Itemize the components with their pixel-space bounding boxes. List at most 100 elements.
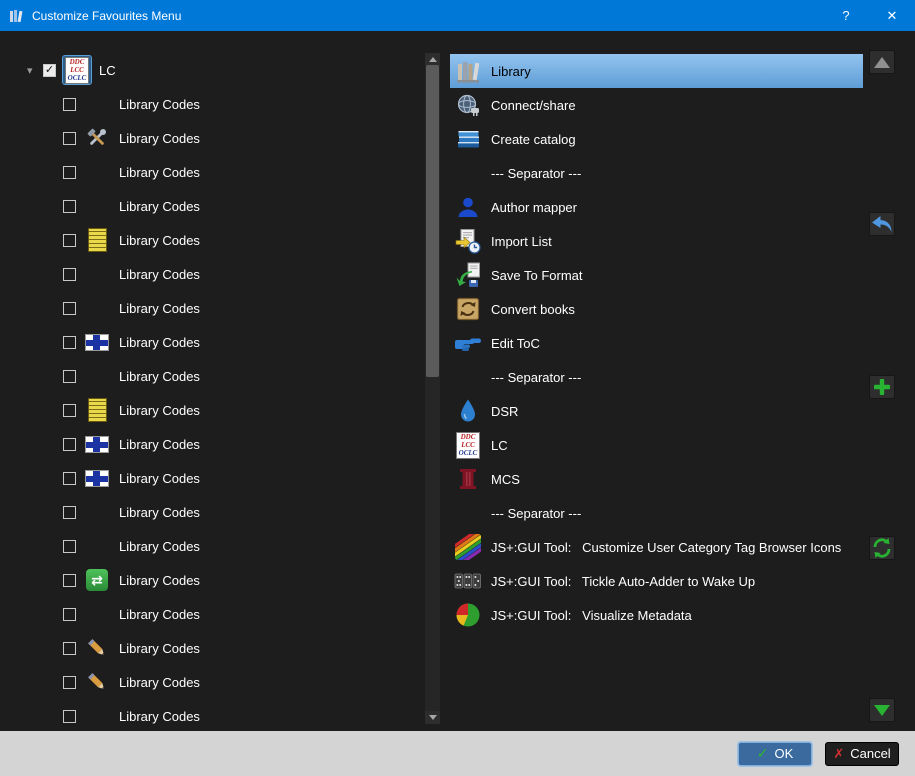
menu-item[interactable]: Save To Format: [450, 258, 863, 292]
tree-item[interactable]: ⇄ Library Codes: [23, 563, 423, 597]
tree-item[interactable]: Library Codes: [23, 427, 423, 461]
menu-item[interactable]: DSR: [450, 394, 863, 428]
item-icon: [83, 260, 111, 288]
tree-item[interactable]: Library Codes: [23, 257, 423, 291]
item-checkbox[interactable]: [63, 437, 76, 451]
item-label: Library Codes: [119, 504, 200, 520]
menu-item-label: MCS: [491, 471, 520, 487]
item-label: Library Codes: [119, 436, 200, 452]
tree-item[interactable]: Library Codes: [23, 121, 423, 155]
menu-item-icon: [453, 464, 483, 494]
menu-item-icon: [453, 124, 483, 154]
menu-separator-item[interactable]: --- Separator ---: [450, 360, 863, 394]
tree-item[interactable]: Library Codes: [23, 359, 423, 393]
item-icon: [83, 498, 111, 526]
item-checkbox[interactable]: [63, 471, 76, 485]
item-checkbox[interactable]: [63, 267, 76, 281]
menu-item-icon: [453, 328, 483, 358]
close-button[interactable]: ✕: [869, 0, 915, 31]
item-icon: [83, 464, 111, 492]
item-icon: [83, 328, 111, 356]
menu-item-label: Create catalog: [491, 131, 576, 147]
item-checkbox[interactable]: [63, 675, 76, 689]
item-checkbox[interactable]: [63, 369, 76, 383]
move-up-button[interactable]: [869, 50, 895, 74]
menu-item-label: Edit ToC: [491, 335, 540, 351]
dialog-footer: ✓ OK ✗ Cancel: [0, 731, 915, 776]
item-label: Library Codes: [119, 572, 200, 588]
ok-label: OK: [774, 746, 794, 761]
item-icon: [83, 362, 111, 390]
item-label: Library Codes: [119, 334, 200, 350]
tree-item[interactable]: Library Codes: [23, 597, 423, 631]
tree-item[interactable]: Library Codes: [23, 291, 423, 325]
tree-item[interactable]: Library Codes: [23, 665, 423, 699]
menu-item[interactable]: Import List: [450, 224, 863, 258]
item-checkbox[interactable]: [63, 641, 76, 655]
tree-item[interactable]: Library Codes: [23, 223, 423, 257]
help-button[interactable]: ?: [823, 0, 869, 31]
item-checkbox[interactable]: [63, 505, 76, 519]
item-checkbox[interactable]: ✓: [43, 63, 56, 77]
menu-item[interactable]: MCS: [450, 462, 863, 496]
item-checkbox[interactable]: [63, 97, 76, 111]
menu-separator-item[interactable]: --- Separator ---: [450, 496, 863, 530]
tree-item[interactable]: Library Codes: [23, 529, 423, 563]
item-icon: [83, 90, 111, 118]
window-title: Customize Favourites Menu: [32, 8, 182, 23]
menu-item-label: Connect/share: [491, 97, 576, 113]
scroll-down-button[interactable]: [425, 711, 440, 724]
tree-item[interactable]: Library Codes: [23, 631, 423, 665]
app-icon: [9, 8, 25, 24]
menu-item-icon: [453, 192, 483, 222]
tree-item[interactable]: ▾ ✓ DDC LCC OCLC LC: [23, 53, 423, 87]
tree-item[interactable]: Library Codes: [23, 461, 423, 495]
item-checkbox[interactable]: [63, 301, 76, 315]
item-label: LC: [99, 62, 116, 78]
tree-item[interactable]: Library Codes: [23, 155, 423, 189]
tree-item[interactable]: Library Codes: [23, 325, 423, 359]
tree-item[interactable]: Library Codes: [23, 189, 423, 223]
item-checkbox[interactable]: [63, 607, 76, 621]
item-checkbox[interactable]: [63, 403, 76, 417]
menu-item[interactable]: JS+:GUI Tool: Customize User Category Ta…: [450, 530, 863, 564]
menu-item[interactable]: Library: [450, 54, 863, 88]
menu-item[interactable]: Edit ToC: [450, 326, 863, 360]
menu-separator-item[interactable]: --- Separator ---: [450, 156, 863, 190]
ok-button[interactable]: ✓ OK: [738, 741, 812, 766]
item-label: Library Codes: [119, 674, 200, 690]
item-checkbox[interactable]: [63, 709, 76, 723]
add-button[interactable]: [869, 375, 895, 399]
menu-item[interactable]: Convert books: [450, 292, 863, 326]
cross-icon: ✗: [833, 746, 845, 761]
menu-item[interactable]: Connect/share: [450, 88, 863, 122]
restore-button[interactable]: [869, 212, 895, 236]
item-checkbox[interactable]: [63, 233, 76, 247]
move-down-button[interactable]: [869, 698, 895, 722]
expander-icon[interactable]: ▾: [27, 64, 43, 77]
item-checkbox[interactable]: [63, 199, 76, 213]
tree-item[interactable]: Library Codes: [23, 87, 423, 121]
item-checkbox[interactable]: [63, 335, 76, 349]
menu-item[interactable]: Author mapper: [450, 190, 863, 224]
item-checkbox[interactable]: [63, 539, 76, 553]
cancel-button[interactable]: ✗ Cancel: [825, 741, 899, 766]
tree-item[interactable]: Library Codes: [23, 699, 423, 724]
scrollbar-thumb[interactable]: [426, 65, 439, 377]
menu-item[interactable]: DDC LCC OCLC LC: [450, 428, 863, 462]
menu-item[interactable]: JS+:GUI Tool: Tickle Auto-Adder to Wake …: [450, 564, 863, 598]
menu-item[interactable]: JS+:GUI Tool: Visualize Metadata: [450, 598, 863, 632]
item-label: Library Codes: [119, 640, 200, 656]
tree-item[interactable]: Library Codes: [23, 495, 423, 529]
tree-scrollbar[interactable]: [425, 53, 440, 724]
item-label: Library Codes: [119, 164, 200, 180]
item-checkbox[interactable]: [63, 165, 76, 179]
menu-item-label: --- Separator ---: [491, 505, 582, 521]
menu-item[interactable]: Create catalog: [450, 122, 863, 156]
replace-button[interactable]: [869, 536, 895, 560]
menu-item-label: Convert books: [491, 301, 575, 317]
menu-item-label: JS+:GUI Tool: Visualize Metadata: [491, 607, 692, 623]
tree-item[interactable]: Library Codes: [23, 393, 423, 427]
item-checkbox[interactable]: [63, 573, 76, 587]
item-checkbox[interactable]: [63, 131, 76, 145]
